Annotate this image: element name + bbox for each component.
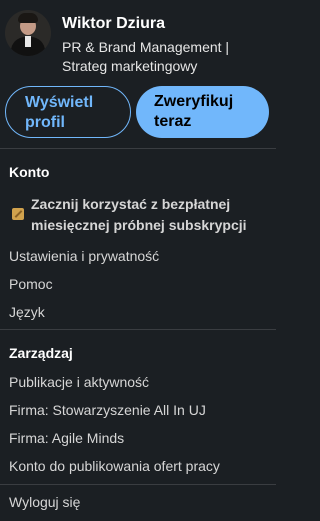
profile-headline: PR & Brand Management | Strateg marketin…	[62, 39, 230, 74]
divider	[0, 329, 276, 330]
section-title-manage: Zarządzaj	[9, 345, 73, 361]
menu-item-help[interactable]: Pomoc	[9, 276, 53, 292]
menu-item-job-posting-account[interactable]: Konto do publikowania ofert pracy	[9, 458, 220, 474]
menu-item-company-all-in-uj[interactable]: Firma: Stowarzyszenie All In UJ	[9, 402, 206, 418]
account-dropdown-menu: Wiktor Dziura PR & Brand Management | St…	[0, 0, 276, 521]
section-title-account: Konto	[9, 164, 50, 180]
verify-now-button[interactable]: Zweryfikuj teraz	[136, 86, 269, 138]
profile-name: Wiktor Dziura	[62, 15, 165, 32]
menu-item-language[interactable]: Język	[9, 304, 45, 320]
menu-item-posts-activity[interactable]: Publikacje i aktywność	[9, 374, 149, 390]
sign-out-link[interactable]: Wyloguj się	[9, 494, 80, 510]
divider	[0, 484, 276, 485]
menu-item-settings-privacy[interactable]: Ustawienia i prywatność	[9, 248, 159, 264]
premium-icon	[12, 208, 24, 220]
profile-card: Wiktor Dziura PR & Brand Management | St…	[0, 0, 276, 148]
view-profile-button[interactable]: Wyświetl profil	[5, 86, 131, 138]
menu-item-company-agile-minds[interactable]: Firma: Agile Minds	[9, 430, 124, 446]
premium-trial-label: Zacznij korzystać z bezpłatnej miesięczn…	[31, 196, 247, 233]
avatar[interactable]	[5, 10, 51, 56]
divider	[0, 148, 276, 149]
